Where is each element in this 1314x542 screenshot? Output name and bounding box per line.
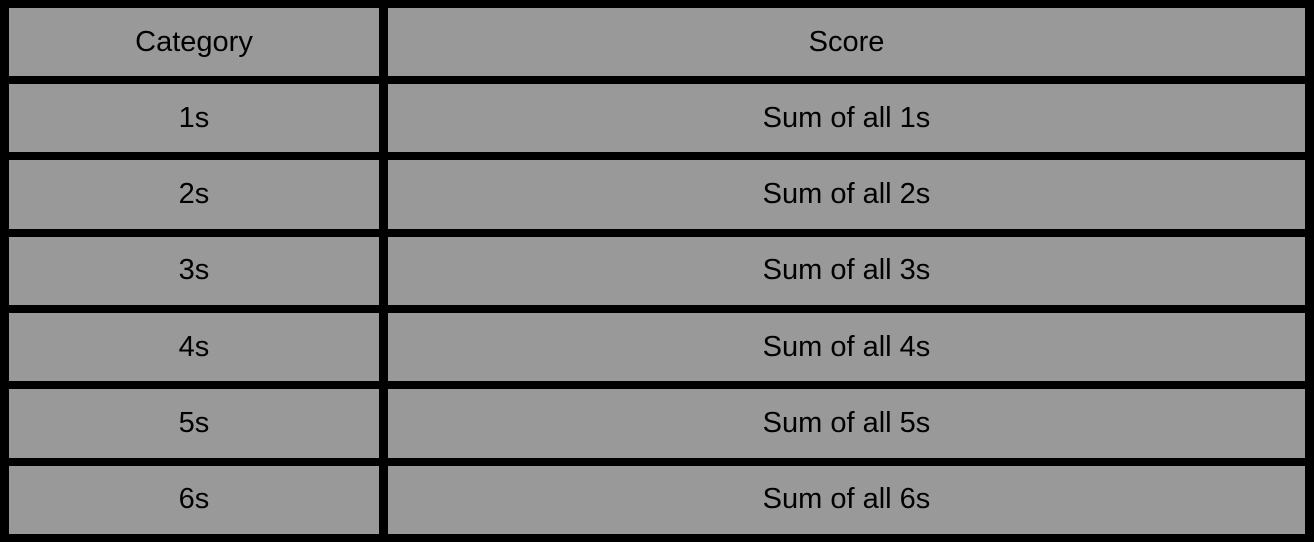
category-cell: 3s [9, 236, 379, 305]
column-header-score: Score [388, 8, 1305, 76]
table-row: 5s Sum of all 5s [9, 389, 1305, 458]
score-table: Category Score 1s Sum of all 1s 2s Sum o… [0, 0, 1314, 542]
score-table-container: Category Score 1s Sum of all 1s 2s Sum o… [0, 0, 1314, 542]
table-row: 4s Sum of all 4s [9, 312, 1305, 382]
score-cell: Sum of all 6s [388, 465, 1305, 534]
score-cell: Sum of all 4s [388, 312, 1305, 382]
table-row: 2s Sum of all 2s [9, 160, 1305, 229]
score-cell: Sum of all 3s [388, 236, 1305, 305]
table-row: 3s Sum of all 3s [9, 236, 1305, 305]
category-cell: 1s [9, 84, 379, 153]
column-header-category: Category [9, 8, 379, 76]
category-cell: 2s [9, 160, 379, 229]
category-cell: 6s [9, 465, 379, 534]
category-cell: 5s [9, 389, 379, 458]
table-header-row: Category Score [9, 8, 1305, 76]
category-cell: 4s [9, 312, 379, 382]
score-cell: Sum of all 5s [388, 389, 1305, 458]
score-cell: Sum of all 1s [388, 84, 1305, 153]
table-row: 6s Sum of all 6s [9, 465, 1305, 534]
score-cell: Sum of all 2s [388, 160, 1305, 229]
table-row: 1s Sum of all 1s [9, 84, 1305, 153]
